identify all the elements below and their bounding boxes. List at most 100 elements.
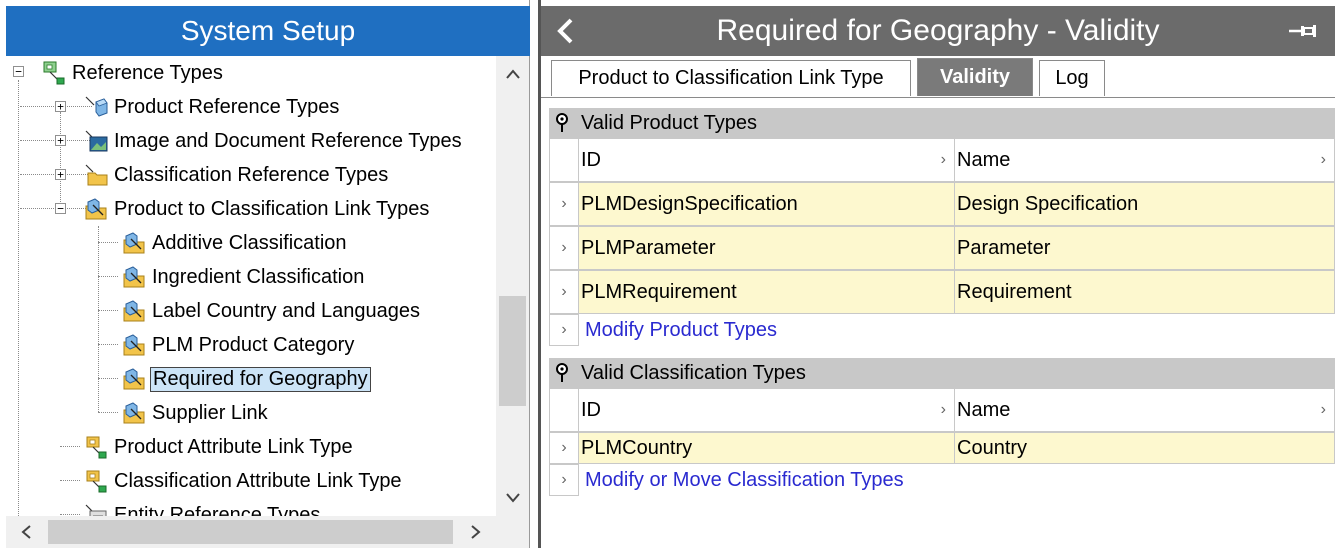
table-row[interactable]: › PLMDesignSpecification Design Specific… bbox=[549, 182, 1335, 226]
link-type-icon bbox=[85, 198, 107, 220]
tree-item-classification-attribute-link-type[interactable]: Classification Attribute Link Type bbox=[84, 464, 404, 498]
tab-label: Log bbox=[1055, 67, 1089, 89]
chevron-right-icon: › bbox=[1320, 151, 1326, 168]
tree-item-image-document-reference-types[interactable]: Image and Document Reference Types bbox=[84, 124, 464, 158]
modify-classification-types-link[interactable]: Modify or Move Classification Types bbox=[579, 464, 904, 496]
tree-vertical-scrollbar[interactable] bbox=[496, 56, 529, 516]
tree-item-classification-reference-types[interactable]: Classification Reference Types bbox=[84, 158, 390, 192]
link-type-icon bbox=[123, 300, 145, 322]
attribute-link-icon bbox=[86, 436, 107, 459]
tree-item-product-reference-types[interactable]: Product Reference Types bbox=[84, 90, 341, 124]
link-type-icon bbox=[123, 334, 145, 356]
tree-item-label: Classification Attribute Link Type bbox=[114, 469, 402, 492]
link-type-icon bbox=[123, 402, 145, 424]
system-setup-panel: System Setup − + + + − Reference Types P… bbox=[0, 0, 530, 548]
scrollbar-thumb[interactable] bbox=[499, 296, 526, 406]
cell-name[interactable]: Design Specification bbox=[955, 182, 1335, 226]
expand-icon[interactable]: + bbox=[55, 101, 66, 112]
tree-item-reference-types[interactable]: Reference Types bbox=[42, 56, 225, 90]
cell-id[interactable]: PLMDesignSpecification bbox=[579, 182, 955, 226]
column-label: Name bbox=[957, 398, 1011, 421]
scroll-left-icon[interactable] bbox=[6, 516, 46, 548]
expand-icon[interactable]: + bbox=[55, 135, 66, 146]
scroll-down-icon[interactable] bbox=[496, 480, 529, 516]
tree-item-ingredient-classification[interactable]: Ingredient Classification bbox=[122, 260, 366, 294]
column-header-id[interactable]: ID › bbox=[579, 138, 955, 182]
tree-item-label: Product Attribute Link Type bbox=[114, 435, 353, 458]
tab-label: Validity bbox=[939, 66, 1011, 88]
tree-line bbox=[98, 226, 99, 412]
cell-id[interactable]: PLMRequirement bbox=[579, 270, 955, 314]
column-header-name[interactable]: Name › bbox=[955, 138, 1335, 182]
tab-log[interactable]: Log bbox=[1039, 60, 1105, 96]
chevron-right-icon: › bbox=[940, 151, 946, 168]
tree-item-label: PLM Product Category bbox=[152, 333, 355, 356]
row-expand-icon[interactable]: › bbox=[549, 464, 579, 496]
tree-item-product-attribute-link-type[interactable]: Product Attribute Link Type bbox=[84, 430, 355, 464]
tree-item-label: Product to Classification Link Types bbox=[114, 197, 430, 220]
column-label: Name bbox=[957, 148, 1011, 171]
row-expand-icon[interactable]: › bbox=[549, 270, 579, 314]
chevron-right-icon: › bbox=[940, 401, 946, 418]
table-row[interactable]: › PLMParameter Parameter bbox=[549, 226, 1335, 270]
collapse-icon[interactable]: − bbox=[55, 203, 66, 214]
grid-header-row: ID › Name › bbox=[549, 388, 1335, 432]
back-button[interactable] bbox=[547, 6, 583, 56]
tree-line bbox=[18, 80, 19, 516]
editor-panel: Required for Geography - Validity Produc… bbox=[538, 0, 1335, 548]
column-label: ID bbox=[581, 398, 601, 421]
image-reference-icon bbox=[85, 130, 108, 152]
tree-item-label: Classification Reference Types bbox=[114, 163, 389, 186]
tree-item-label-country-languages[interactable]: Label Country and Languages bbox=[122, 294, 422, 328]
tree-item-label: Additive Classification bbox=[152, 231, 347, 254]
scroll-right-icon[interactable] bbox=[456, 516, 496, 548]
table-row[interactable]: › PLMCountry Country bbox=[549, 432, 1335, 464]
cell-id[interactable]: PLMCountry bbox=[579, 432, 955, 464]
tree-line bbox=[60, 112, 61, 214]
tree-item-supplier-link[interactable]: Supplier Link bbox=[122, 396, 270, 430]
collapse-icon[interactable]: − bbox=[13, 66, 24, 77]
tree-item-label: Ingredient Classification bbox=[152, 265, 365, 288]
cell-name[interactable]: Parameter bbox=[955, 226, 1335, 270]
panel-title: System Setup bbox=[6, 6, 530, 56]
tree-item-label: Supplier Link bbox=[152, 401, 268, 424]
row-expand-icon[interactable]: › bbox=[549, 432, 579, 464]
tree-horizontal-scrollbar[interactable] bbox=[6, 516, 529, 548]
attribute-link-icon bbox=[86, 470, 107, 493]
tree-line bbox=[98, 310, 118, 311]
row-expand-icon[interactable]: › bbox=[549, 226, 579, 270]
tree-line bbox=[98, 276, 118, 277]
column-label: ID bbox=[581, 148, 601, 171]
cell-name[interactable]: Requirement bbox=[955, 270, 1335, 314]
scrollbar-thumb[interactable] bbox=[48, 520, 453, 544]
tab-product-classification-link-type[interactable]: Product to Classification Link Type bbox=[551, 60, 911, 96]
row-expand-icon[interactable]: › bbox=[549, 182, 579, 226]
link-type-icon bbox=[123, 368, 145, 390]
tab-validity[interactable]: Validity bbox=[917, 58, 1033, 96]
row-header bbox=[549, 388, 579, 432]
expand-icon[interactable]: + bbox=[55, 169, 66, 180]
tree-item-label-selected: Required for Geography bbox=[150, 366, 371, 392]
tree-item-product-classification-link-types[interactable]: Product to Classification Link Types bbox=[84, 192, 431, 226]
pin-button[interactable] bbox=[1283, 6, 1323, 56]
column-header-id[interactable]: ID › bbox=[579, 388, 955, 432]
tree-item-entity-reference-types[interactable]: Entity Reference Types bbox=[84, 498, 322, 516]
tree-item-additive-classification[interactable]: Additive Classification bbox=[122, 226, 349, 260]
cell-id[interactable]: PLMParameter bbox=[579, 226, 955, 270]
link-type-icon bbox=[123, 266, 145, 288]
column-header-name[interactable]: Name › bbox=[955, 388, 1335, 432]
pushpin-icon[interactable] bbox=[551, 360, 573, 386]
row-expand-icon[interactable]: › bbox=[549, 314, 579, 346]
modify-product-types-link[interactable]: Modify Product Types bbox=[579, 314, 777, 346]
table-row[interactable]: › PLMRequirement Requirement bbox=[549, 270, 1335, 314]
tree-item-label: Image and Document Reference Types bbox=[114, 129, 462, 152]
tree-item-plm-product-category[interactable]: PLM Product Category bbox=[122, 328, 356, 362]
tree-line bbox=[60, 514, 80, 515]
tree-item-label: Entity Reference Types bbox=[114, 503, 321, 517]
entity-reference-icon bbox=[85, 504, 107, 516]
scroll-up-icon[interactable] bbox=[496, 56, 529, 92]
pushpin-icon[interactable] bbox=[551, 110, 573, 136]
tree-item-required-for-geography[interactable]: Required for Geography bbox=[122, 362, 371, 396]
section-title: Valid Product Types bbox=[581, 111, 758, 134]
cell-name[interactable]: Country bbox=[955, 432, 1335, 464]
